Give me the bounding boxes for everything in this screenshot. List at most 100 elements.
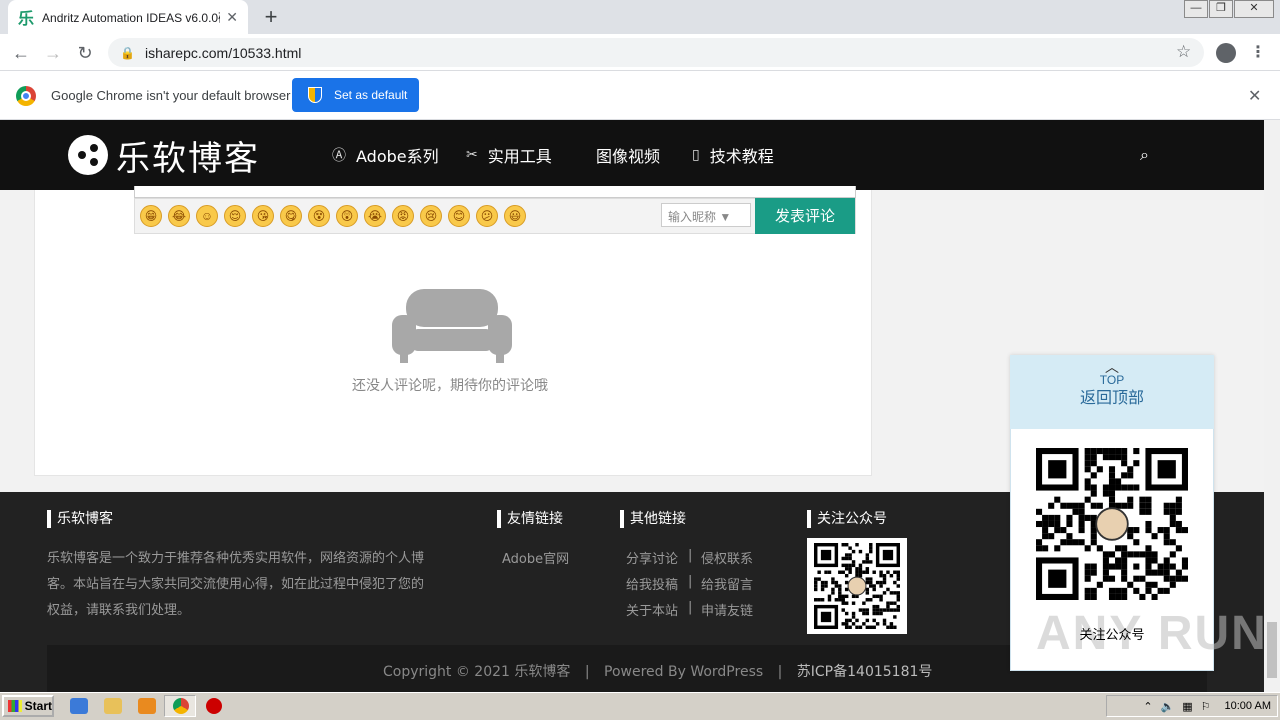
bookmark-star-icon[interactable]: ☆ (1176, 42, 1191, 62)
url-text: isharepc.com/10533.html (144, 44, 302, 61)
search-icon[interactable]: ⌕ (1140, 147, 1149, 165)
copyright-text: Copyright © 2021 乐软博客 (383, 664, 571, 680)
comment-textarea[interactable] (134, 186, 856, 198)
set-default-label: Set as default (334, 88, 408, 102)
tools-icon: ✂ (466, 147, 478, 163)
clock: 10:00 AM (1224, 700, 1271, 712)
system-tray: ⌃ 🔈 ▦ ⚐ 10:00 AM (1106, 695, 1278, 717)
footer-other-link[interactable]: 关于本站 (626, 600, 678, 619)
footer-other-link[interactable]: 给我留言 (701, 574, 753, 593)
close-window-button[interactable]: ✕ (1234, 0, 1274, 18)
back-icon[interactable]: ← (8, 40, 34, 66)
page-scrollbar[interactable] (1264, 120, 1280, 692)
emoji-button[interactable]: 😡 (392, 205, 414, 227)
footer-other-link[interactable]: 侵权联系 (701, 548, 753, 567)
top-label: TOP (1099, 373, 1125, 387)
footer-other-link[interactable]: 给我投稿 (626, 574, 678, 593)
flag-icon[interactable]: ⚐ (1201, 700, 1211, 713)
scrollbar-thumb[interactable] (1267, 622, 1277, 678)
stop-icon[interactable] (206, 698, 222, 714)
emoji-button[interactable]: 😌 (224, 205, 246, 227)
chrome-menu-icon[interactable]: ⋮ (1250, 42, 1266, 62)
chrome-icon (173, 698, 189, 714)
nav-item-video[interactable]: 图像视频 (596, 143, 660, 167)
emoji-button[interactable]: 😕 (476, 205, 498, 227)
folder-icon[interactable] (104, 698, 122, 714)
nickname-select[interactable]: 输入昵称 ▼ (661, 203, 751, 227)
footer-other-title: 其他链接 (620, 510, 686, 528)
follow-label: 关注公众号 (1079, 628, 1145, 643)
new-tab-button[interactable]: + (258, 4, 284, 30)
media-player-icon[interactable] (138, 698, 156, 714)
footer-about-title: 乐软博客 (47, 510, 113, 528)
icp-link[interactable]: 苏ICP备14015181号 (797, 664, 933, 680)
powered-by-link[interactable]: Powered By WordPress (604, 664, 763, 680)
chrome-taskbar-button[interactable] (164, 695, 196, 717)
footer-about-text: 乐软博客是一个致力于推荐各种优秀实用软件，网络资源的个人博客。本站旨在与大家共同… (47, 551, 425, 618)
browser-tab[interactable]: 乐 Andritz Automation IDEAS v6.0.0破 ✕ (8, 0, 248, 34)
footer-link-adobe[interactable]: Adobe官网 (502, 548, 569, 567)
adobe-icon: Ⓐ (332, 148, 346, 164)
copyright-line: Copyright © 2021 乐软博客 | Powered By WordP… (383, 664, 933, 680)
network-icon[interactable]: ▦ (1182, 700, 1192, 713)
link-separator: | (688, 574, 693, 589)
back-top-label: 返回顶部 (1079, 388, 1144, 407)
forward-icon[interactable]: → (40, 40, 66, 66)
nav-label: 图像视频 (596, 147, 661, 166)
close-tab-icon[interactable]: ✕ (226, 9, 238, 26)
emoji-button[interactable]: 😁 (140, 205, 162, 227)
tray-arrow-icon[interactable]: ⌃ (1143, 700, 1152, 713)
logo-text: 乐软博客 (116, 138, 260, 179)
emoji-button[interactable]: ☺ (196, 205, 218, 227)
sofa-icon (392, 289, 512, 363)
site-header: 乐软博客 Ⓐ Adobe系列 ✂ 实用工具 图像视频 ▯ 技术教程 ⌕ (0, 120, 1264, 190)
infobar-text: Google Chrome isn't your default browser (51, 88, 291, 103)
restore-button[interactable]: ❐ (1209, 0, 1233, 18)
footer-other-link[interactable]: 分享讨论 (626, 548, 678, 567)
ie-icon[interactable] (70, 698, 88, 714)
emoji-button[interactable]: 😢 (420, 205, 442, 227)
link-separator: | (688, 548, 693, 563)
emoji-button[interactable]: 😃 (504, 205, 526, 227)
no-comment-text: 还没人评论呢，期待你的评论哦 (352, 378, 548, 394)
address-bar[interactable]: 🔒 isharepc.com/10533.html (108, 38, 1204, 67)
back-to-top-button[interactable]: ︿ TOP 返回顶部 (1010, 355, 1214, 429)
nav-label: 技术教程 (709, 147, 774, 166)
footer-wechat-title: 关注公众号 (807, 510, 887, 528)
browser-toolbar: ← → ↻ 🔒 isharepc.com/10533.html ☆ ⋮ (0, 34, 1280, 71)
emoji-button[interactable]: 😵 (308, 205, 330, 227)
tab-title: Andritz Automation IDEAS v6.0.0破 (42, 10, 221, 25)
lock-icon: 🔒 (120, 45, 135, 60)
start-button[interactable]: Start (2, 695, 54, 717)
footer-other-link[interactable]: 申请友链 (701, 600, 753, 619)
nav-label: Adobe系列 (356, 147, 439, 166)
footer-friends-title: 友情链接 (497, 510, 563, 528)
profile-avatar-icon[interactable] (1216, 43, 1236, 63)
volume-icon[interactable]: 🔈 (1161, 700, 1175, 713)
set-default-button[interactable]: Set as default (292, 78, 419, 112)
nav-label: 实用工具 (487, 147, 552, 166)
emoji-button[interactable]: 😭 (364, 205, 386, 227)
infobar-close-icon[interactable]: ✕ (1248, 86, 1261, 106)
default-browser-infobar: Google Chrome isn't your default browser… (0, 71, 1280, 120)
chevron-up-icon: ︿ (1105, 359, 1119, 375)
book-icon: ▯ (692, 147, 700, 163)
start-label: Start (24, 699, 52, 713)
nav-item-tutorials[interactable]: ▯ 技术教程 (692, 143, 774, 167)
site-logo[interactable]: 乐软博客 (68, 133, 260, 179)
reload-icon[interactable]: ↻ (72, 40, 98, 66)
emoji-button[interactable]: 😋 (280, 205, 302, 227)
submit-comment-button[interactable]: 发表评论 (755, 198, 855, 234)
chrome-logo-icon (16, 86, 36, 106)
emoji-button[interactable]: 😲 (336, 205, 358, 227)
nav-item-adobe[interactable]: Ⓐ Adobe系列 (332, 143, 439, 167)
emoji-button[interactable]: 😘 (252, 205, 274, 227)
emoji-button[interactable]: 😂 (168, 205, 190, 227)
link-separator: | (688, 600, 693, 615)
minimize-button[interactable]: — (1184, 0, 1208, 18)
wechat-qr-code-small (807, 538, 907, 634)
emoji-button[interactable]: 😊 (448, 205, 470, 227)
share-icon (68, 135, 108, 175)
shield-icon (308, 87, 322, 103)
nav-item-tools[interactable]: ✂ 实用工具 (466, 143, 552, 167)
